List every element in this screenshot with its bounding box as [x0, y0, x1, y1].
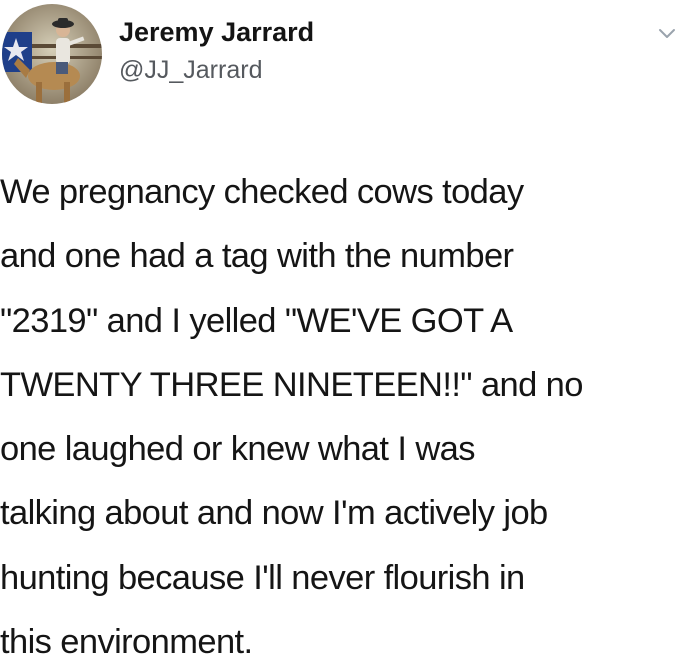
tweet-text-line: this environment.	[0, 623, 253, 657]
tweet-text-line: one laughed or knew what I was	[0, 430, 475, 469]
tweet-header: Jeremy Jarrard @JJ_Jarrard	[0, 0, 681, 120]
tweet-text-line: hunting because I'll never flourish in	[0, 558, 525, 597]
avatar-rodeo-rider-icon[interactable]	[2, 4, 102, 104]
tweet-text-line: talking about and now I'm actively job	[0, 494, 548, 533]
user-handle[interactable]: @JJ_Jarrard	[119, 56, 262, 85]
tweet-text-line: "2319" and I yelled "WE'VE GOT A	[0, 301, 513, 340]
tweet-text-line: We pregnancy checked cows today	[0, 173, 524, 211]
chevron-down-icon[interactable]	[658, 27, 676, 41]
tweet-text-line: TWENTY THREE NINETEEN!!" and no	[0, 365, 583, 404]
tweet-text: We pregnancy checked cows today and one …	[0, 160, 681, 657]
display-name[interactable]: Jeremy Jarrard	[119, 17, 314, 48]
tweet-text-line: and one had a tag with the number	[0, 237, 514, 276]
tweet-card: Jeremy Jarrard @JJ_Jarrard We pregnancy …	[0, 0, 681, 657]
